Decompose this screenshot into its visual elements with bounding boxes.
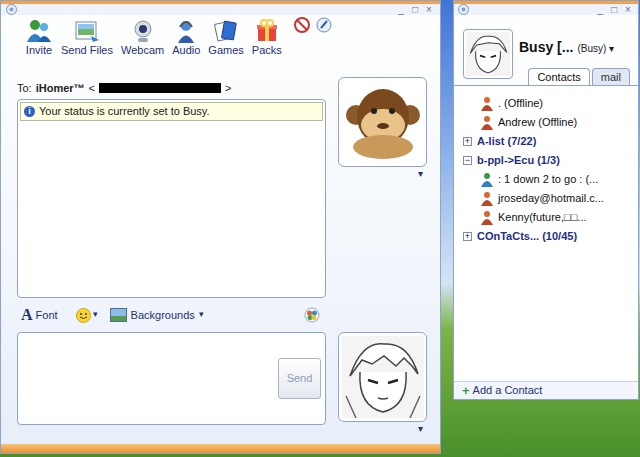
my-picture-sketch: [342, 336, 424, 418]
info-icon: i: [24, 106, 35, 117]
toolbar-button[interactable]: Games: [206, 18, 245, 57]
add-icon: +: [462, 384, 470, 397]
offline-contact-icon: [480, 210, 494, 225]
window-control-button[interactable]: ×: [622, 4, 634, 16]
group-row[interactable]: +COnTaCts... (10/45): [454, 227, 638, 246]
window-control-button[interactable]: _: [395, 4, 407, 16]
my-picture-menu[interactable]: ▾: [338, 422, 427, 436]
bottom-strip: [1, 444, 440, 453]
expand-toggle[interactable]: +: [463, 137, 472, 146]
contact-row[interactable]: . (Offline): [454, 94, 638, 113]
collapse-toggle[interactable]: −: [463, 156, 472, 165]
backgrounds-icon: [110, 308, 127, 322]
chat-history: iYour status is currently set to Busy.: [17, 99, 326, 298]
title-strip: _□×: [454, 1, 638, 15]
contact-picture[interactable]: [338, 77, 427, 167]
contact-picture-menu[interactable]: ▾: [338, 167, 427, 181]
send-files-icon: [73, 18, 101, 44]
contact-picture-monkey: [342, 81, 424, 163]
window-control-button[interactable]: _: [594, 4, 606, 16]
status-menu[interactable]: (Busy) ▾: [577, 41, 614, 56]
font-button[interactable]: AFont: [21, 307, 58, 324]
title-strip: _□×: [1, 1, 440, 15]
toolbar: InviteSend FilesWebcamAudioGamesPacks: [1, 15, 440, 59]
messenger-icon: [458, 4, 469, 15]
send-button[interactable]: Send: [278, 358, 321, 399]
window-control-button[interactable]: ×: [423, 4, 435, 16]
expand-toggle[interactable]: +: [463, 232, 472, 241]
pencil-icon[interactable]: [316, 17, 332, 33]
group-row[interactable]: −b-ppl->Ecu (1/3): [454, 151, 638, 170]
toolbar-button[interactable]: Invite: [23, 18, 55, 57]
desktop: _□×InviteSend FilesWebcamAudioGamesPacks…: [0, 0, 640, 457]
my-avatar[interactable]: [463, 29, 513, 79]
message-input[interactable]: Send: [17, 332, 326, 425]
offline-contact-icon: [480, 115, 494, 130]
contact-list: . (Offline)Andrew (Offline)+A-list (7/22…: [454, 85, 638, 381]
format-bar: AFont ▾ Backgrounds▾: [17, 298, 326, 332]
messenger-icon: [6, 4, 17, 15]
audio-icon: [172, 18, 200, 44]
packs-icon: [253, 18, 281, 44]
toolbar-button[interactable]: Packs: [250, 18, 284, 57]
games-icon: [212, 18, 240, 44]
group-row[interactable]: +A-list (7/22): [454, 132, 638, 151]
to-line: To:iHomer™<>: [17, 77, 326, 99]
toolbar-button[interactable]: Audio: [170, 18, 202, 57]
display-name[interactable]: Busy [...: [519, 37, 573, 58]
chat-body: To:iHomer™<> iYour status is currently se…: [1, 59, 440, 444]
offline-contact-icon: [480, 96, 494, 111]
chat-window: _□×InviteSend FilesWebcamAudioGamesPacks…: [0, 0, 441, 454]
profile-header: Busy [... (Busy) ▾ Contactsmail: [454, 15, 638, 85]
webcam-icon: [129, 18, 157, 44]
contact-row[interactable]: jroseday@hotmail.c...: [454, 189, 638, 208]
add-contact-bar[interactable]: +Add a Contact: [454, 381, 638, 399]
toolbar-button[interactable]: Webcam: [119, 18, 166, 57]
smiley-icon: [76, 308, 91, 323]
redacted-address: [99, 83, 221, 93]
messenger-butterfly-icon: [304, 307, 320, 323]
contact-row[interactable]: : 1 down 2 to go : (...: [454, 170, 638, 189]
tab[interactable]: mail: [592, 68, 630, 86]
avatar-sketch: [466, 32, 510, 76]
contacts-window: _□×Busy [...(Busy) ▾Contactsmail. (Offli…: [453, 0, 639, 400]
contact-row[interactable]: Andrew (Offline): [454, 113, 638, 132]
tabs: Contactsmail: [519, 68, 638, 86]
tab[interactable]: Contacts: [528, 68, 589, 86]
emoticon-button[interactable]: ▾: [76, 308, 98, 323]
online-contact-icon: [480, 172, 494, 187]
window-control-button[interactable]: □: [409, 4, 421, 16]
block-icon[interactable]: [294, 17, 310, 33]
my-picture[interactable]: [338, 332, 427, 422]
info-bar: iYour status is currently set to Busy.: [20, 102, 323, 121]
contact-row[interactable]: Kenny(future,□□...: [454, 208, 638, 227]
invite-icon: [25, 18, 53, 44]
window-controls: _□×: [594, 4, 634, 16]
window-control-button[interactable]: □: [608, 4, 620, 16]
window-controls: _□×: [395, 4, 435, 16]
toolbar-button[interactable]: Send Files: [59, 18, 115, 57]
backgrounds-button[interactable]: Backgrounds▾: [110, 307, 204, 324]
offline-contact-icon: [480, 191, 494, 206]
